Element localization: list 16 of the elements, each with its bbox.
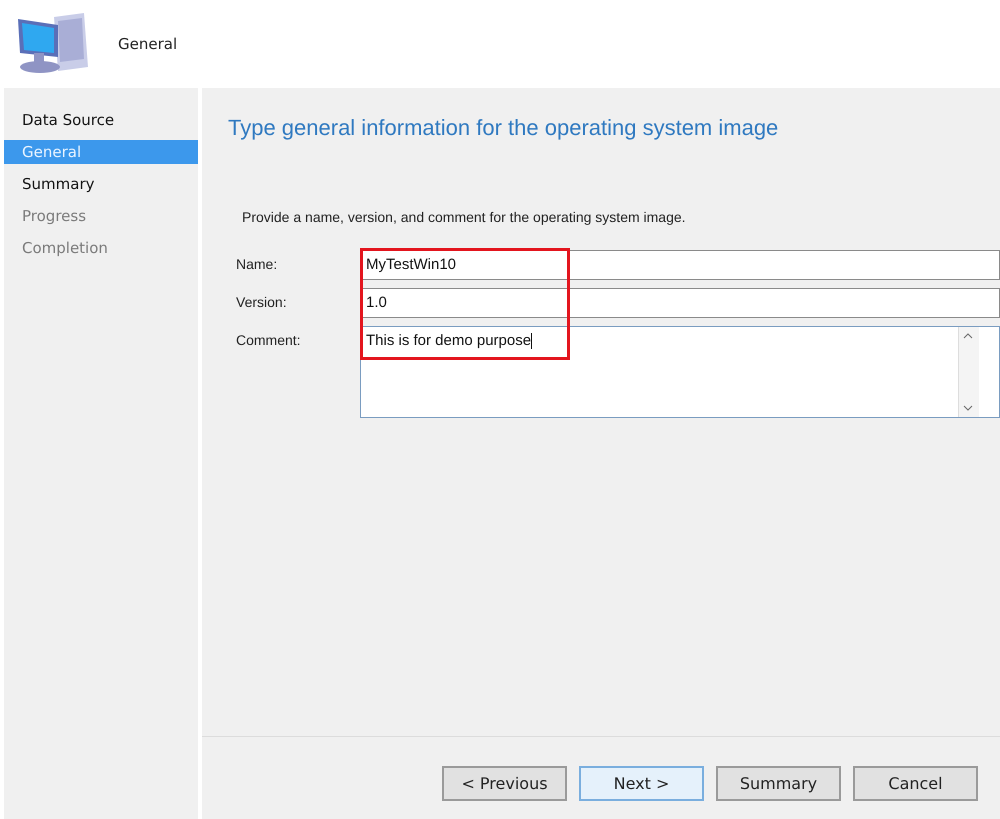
text-field[interactable]: 1.0 [360, 288, 1000, 318]
field-label: Version: [236, 293, 288, 312]
comment-field[interactable]: This is for demo purpose [360, 326, 1000, 418]
field-label: Comment: [236, 331, 302, 350]
wizard-button[interactable]: Next > [579, 766, 704, 801]
page-heading: Type general information for the operating system image [228, 115, 780, 141]
field-label: Name: [236, 255, 278, 274]
wizard-button[interactable]: Summary [716, 766, 841, 801]
scrollbar[interactable] [958, 327, 979, 417]
step-item[interactable]: Data Source [4, 108, 198, 132]
description-text: Provide a name, version, and comment for the operating system image. [242, 209, 687, 225]
step-item[interactable]: Summary [4, 172, 198, 196]
wizard-button[interactable]: Cancel [853, 766, 978, 801]
wizard-button[interactable]: < Previous [442, 766, 567, 801]
text-field[interactable]: MyTestWin10 [360, 250, 1000, 280]
page-title: General [118, 35, 178, 53]
